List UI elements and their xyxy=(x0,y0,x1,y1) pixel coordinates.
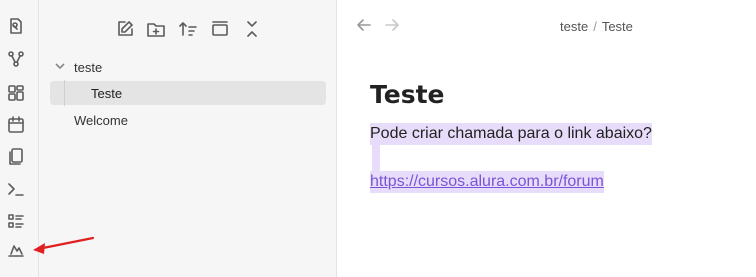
templates-icon[interactable] xyxy=(7,148,25,166)
annotation-arrow xyxy=(33,236,95,254)
navigation-buttons xyxy=(356,17,400,38)
slides-icon[interactable] xyxy=(7,212,25,230)
new-note-icon[interactable] xyxy=(114,18,136,40)
folder-teste[interactable]: teste xyxy=(54,56,102,78)
note-content[interactable]: Teste Pode criar chamada para o link aba… xyxy=(370,80,730,193)
forward-arrow-icon[interactable] xyxy=(384,17,400,38)
note-paragraph[interactable]: Pode criar chamada para o link abaixo? xyxy=(370,123,652,145)
page-title[interactable]: Teste xyxy=(370,80,730,109)
breadcrumb-separator: / xyxy=(593,19,597,34)
editor-pane: teste / Teste Teste Pode criar chamada par… xyxy=(338,0,756,277)
graph-view-icon[interactable] xyxy=(7,50,25,68)
chevron-down-icon xyxy=(54,60,68,74)
file-label: Teste xyxy=(91,86,123,101)
sort-icon[interactable] xyxy=(177,18,199,40)
file-item-welcome[interactable]: Welcome xyxy=(74,113,128,128)
file-item-teste[interactable]: Teste xyxy=(50,81,326,105)
empty-line-selection xyxy=(372,145,380,171)
folder-label: teste xyxy=(74,59,103,75)
daily-note-icon[interactable] xyxy=(7,116,25,134)
publish-icon[interactable] xyxy=(7,242,25,260)
open-quick-switcher-icon[interactable] xyxy=(7,17,25,35)
file-explorer-toolbar xyxy=(39,18,337,40)
breadcrumb: teste / Teste xyxy=(560,19,633,34)
breadcrumb-folder[interactable]: teste xyxy=(560,19,588,34)
breadcrumb-file[interactable]: Teste xyxy=(602,19,633,34)
new-folder-icon[interactable] xyxy=(145,18,167,40)
collapse-all-icon[interactable] xyxy=(241,18,263,40)
tree-indent-guide xyxy=(64,80,65,106)
canvas-icon[interactable] xyxy=(7,84,25,102)
collapse-icon[interactable] xyxy=(209,18,231,40)
forum-link[interactable]: https://cursos.alura.com.br/forum xyxy=(370,171,604,193)
command-palette-icon[interactable] xyxy=(7,180,25,198)
back-arrow-icon[interactable] xyxy=(356,17,372,38)
